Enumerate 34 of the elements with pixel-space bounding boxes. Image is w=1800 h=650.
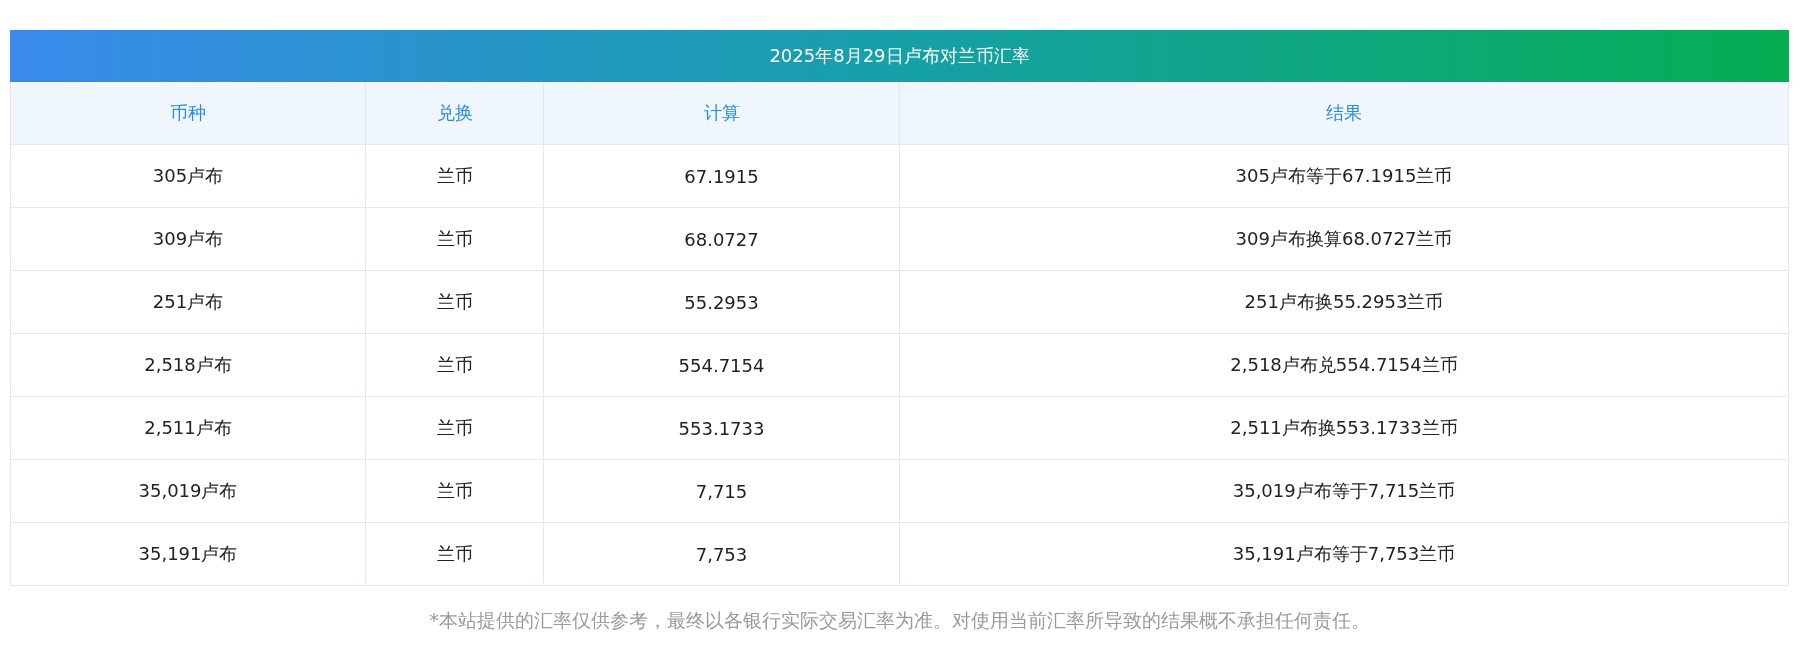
column-header: 兑换: [365, 82, 544, 145]
table-title: 2025年8月29日卢布对兰币汇率: [10, 30, 1789, 82]
target-currency-cell: 兰币: [365, 333, 544, 397]
amount-cell: 7,753: [543, 522, 900, 586]
currency-cell: 2,511卢布: [10, 396, 366, 460]
column-header: 币种: [10, 82, 366, 145]
currency-cell: 35,191卢布: [10, 522, 366, 586]
column-header: 结果: [899, 82, 1789, 145]
target-currency-cell: 兰币: [365, 144, 544, 208]
amount-cell: 553.1733: [543, 396, 900, 460]
target-currency-cell: 兰币: [365, 270, 544, 334]
disclaimer-text: *本站提供的汇率仅供参考，最终以各银行实际交易汇率为准。对使用当前汇率所导致的结果概不承担任何责任。: [428, 608, 1371, 633]
amount-cell: 554.7154: [543, 333, 900, 397]
result-cell: 305卢布等于67.1915兰币: [899, 144, 1789, 208]
currency-cell: 2,518卢布: [10, 333, 366, 397]
result-cell: 35,191卢布等于7,753兰币: [899, 522, 1789, 586]
amount-cell: 68.0727: [543, 207, 900, 271]
currency-cell: 309卢布: [10, 207, 366, 271]
result-cell: 2,518卢布兑554.7154兰币: [899, 333, 1789, 397]
currency-cell: 35,019卢布: [10, 459, 366, 523]
currency-cell: 251卢布: [10, 270, 366, 334]
column-header: 计算: [543, 82, 900, 145]
target-currency-cell: 兰币: [365, 396, 544, 460]
currency-cell: 305卢布: [10, 144, 366, 208]
amount-cell: 67.1915: [543, 144, 900, 208]
target-currency-cell: 兰币: [365, 522, 544, 586]
result-cell: 35,019卢布等于7,715兰币: [899, 459, 1789, 523]
result-cell: 309卢布换算68.0727兰币: [899, 207, 1789, 271]
amount-cell: 7,715: [543, 459, 900, 523]
result-cell: 251卢布换55.2953兰币: [899, 270, 1789, 334]
amount-cell: 55.2953: [543, 270, 900, 334]
target-currency-cell: 兰币: [365, 207, 544, 271]
target-currency-cell: 兰币: [365, 459, 544, 523]
result-cell: 2,511卢布换553.1733兰币: [899, 396, 1789, 460]
